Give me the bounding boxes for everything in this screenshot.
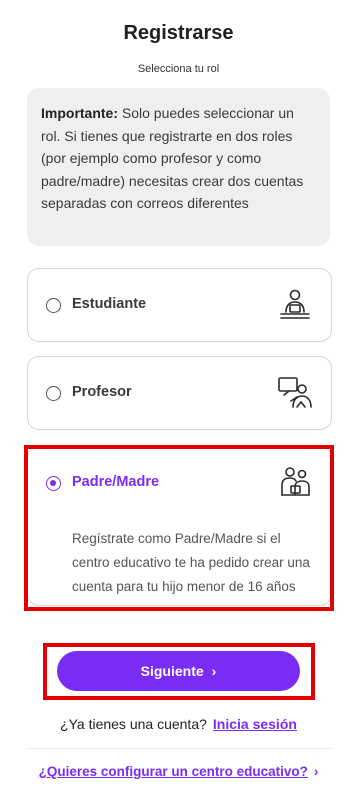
login-prompt: ¿Ya tienes una cuenta?: [60, 716, 207, 732]
login-link[interactable]: Inicia sesión: [213, 716, 297, 732]
divider: [27, 748, 332, 749]
radio-padre-madre[interactable]: [46, 476, 61, 491]
role-option-profesor[interactable]: Profesor: [27, 356, 332, 430]
role-option-estudiante[interactable]: Estudiante: [27, 268, 332, 342]
page-title: Registrarse: [123, 22, 234, 44]
student-desk-icon: [280, 289, 310, 319]
role-label-estudiante: Estudiante: [72, 296, 147, 312]
radio-estudiante[interactable]: [46, 298, 61, 313]
role-label-profesor: Profesor: [72, 384, 132, 400]
config-center-link-label[interactable]: ¿Quieres configurar un centro educativo?: [39, 764, 308, 779]
notice-bold-label: Importante:: [41, 105, 118, 121]
role-description-padre-madre: Regístrate como Padre/Madre si el centro…: [72, 531, 310, 594]
config-center-link[interactable]: ¿Quieres configurar un centro educativo?…: [0, 764, 357, 779]
next-button[interactable]: Siguiente ›: [57, 651, 300, 691]
important-notice: Importante: Solo puedes seleccionar un r…: [27, 88, 330, 246]
role-label-padre-madre: Padre/Madre: [72, 474, 160, 490]
page-subtitle: Selecciona tu rol: [137, 63, 220, 75]
parent-child-icon: [281, 467, 310, 496]
role-option-padre-madre[interactable]: Padre/Madre Regístrate como Padre/Madre …: [27, 446, 332, 606]
chevron-right-icon: ›: [211, 663, 217, 679]
chevron-right-icon: ›: [313, 764, 319, 779]
radio-profesor[interactable]: [46, 386, 61, 401]
teacher-board-icon: [278, 377, 312, 408]
next-button-label: Siguiente: [140, 663, 204, 679]
login-row: ¿Ya tienes una cuenta? Inicia sesión: [0, 716, 357, 732]
